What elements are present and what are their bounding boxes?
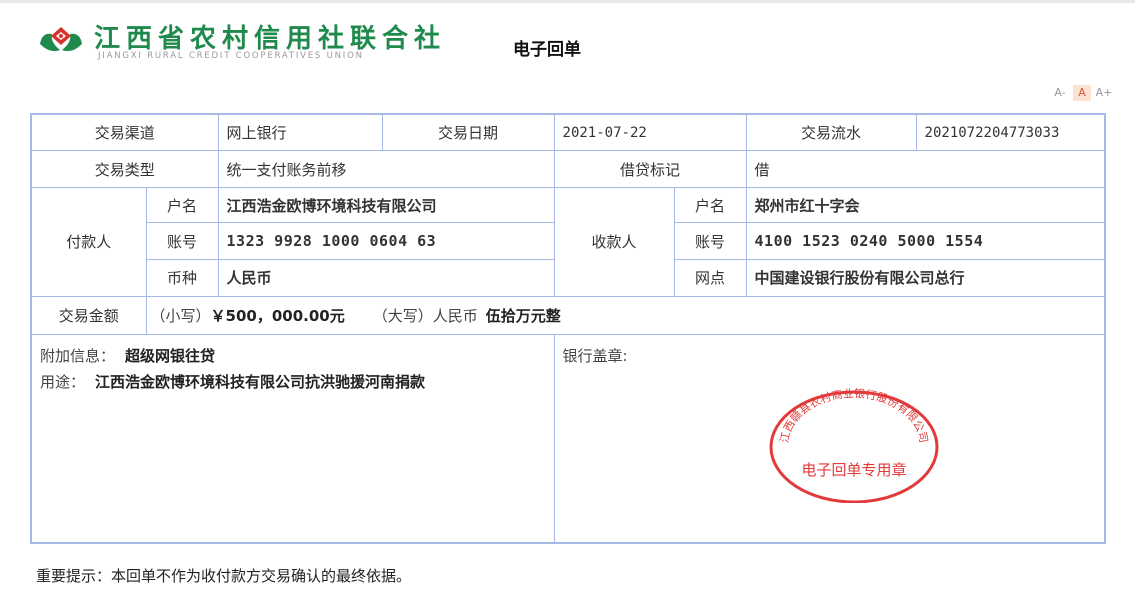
- payee-account: 4100 1523 0240 5000 1554: [745, 222, 1106, 261]
- payer-currency-label: 币种: [145, 259, 219, 297]
- amount-cell: （小写）￥500，000.00元 （大写）人民币 伍拾万元整: [145, 295, 1106, 335]
- amount-big-value: 伍拾万元整: [485, 306, 561, 325]
- channel-value: 网上银行: [217, 113, 383, 152]
- document-title: 电子回单: [513, 40, 581, 60]
- additional-info-cell: 附加信息： 超级网银往贷 用途： 江西浩金欧博环境科技有限公司抗洪驰援河南捐款: [30, 333, 555, 544]
- type-value: 统一支付账务前移: [217, 150, 555, 188]
- serial-label: 交易流水: [745, 113, 917, 152]
- bank-stamp: 江西赣县农村商业银行股份有限公司 电子回单专用章: [769, 386, 938, 503]
- amount-big-label: （大写）人民币: [372, 306, 478, 325]
- stamp-center-text: 电子回单专用章: [801, 461, 906, 479]
- payee-name: 郑州市红十字会: [745, 186, 1106, 224]
- payer-name: 江西浩金欧博环境科技有限公司: [217, 186, 555, 224]
- payer-label: 付款人: [30, 186, 147, 297]
- type-label: 交易类型: [30, 150, 219, 188]
- payee-label: 收款人: [553, 186, 675, 297]
- payee-branch-label: 网点: [673, 259, 747, 297]
- channel-label: 交易渠道: [30, 113, 219, 152]
- serial-value: 2021072204773033: [915, 113, 1106, 152]
- extra-info-label: 附加信息：: [40, 346, 116, 365]
- font-normal-button[interactable]: A: [1073, 85, 1091, 101]
- font-decrease-button[interactable]: A-: [1051, 85, 1069, 101]
- payee-name-label: 户名: [673, 186, 747, 224]
- amount-label: 交易金额: [30, 295, 147, 335]
- debit-credit-value: 借: [745, 150, 1106, 188]
- org-name-chinese: 江西省农村信用社联合社: [94, 24, 447, 54]
- payee-account-label: 账号: [673, 222, 747, 261]
- org-name-english: JIANGXI RURAL CREDIT COOPERATIVES UNION: [98, 51, 364, 61]
- bank-seal-label: 银行盖章:: [562, 346, 628, 365]
- purpose-label: 用途：: [40, 372, 86, 391]
- date-value: 2021-07-22: [553, 113, 747, 152]
- bank-seal-cell: 银行盖章: 江西赣县农村商业银行股份有限公司 电子回单专用章: [553, 333, 1106, 544]
- payer-account-label: 账号: [145, 222, 219, 261]
- purpose-value: 江西浩金欧博环境科技有限公司抗洪驰援河南捐款: [95, 372, 426, 391]
- font-size-toolbar: A- A A+: [1051, 85, 1113, 101]
- payer-account: 1323 9928 1000 0604 63: [217, 222, 555, 261]
- amount-small-value: ￥500，000.00元: [210, 306, 345, 325]
- stamp-arc-text: 江西赣县农村商业银行股份有限公司: [777, 386, 929, 444]
- payer-name-label: 户名: [145, 186, 219, 224]
- rural-credit-logo-icon: [40, 27, 82, 52]
- payee-branch: 中国建设银行股份有限公司总行: [745, 259, 1106, 297]
- font-increase-button[interactable]: A+: [1095, 85, 1113, 101]
- receipt-table: 交易渠道 网上银行 交易日期 2021-07-22 交易流水 202107220…: [30, 113, 1107, 544]
- extra-info-value: 超级网银往贷: [125, 346, 216, 365]
- debit-credit-label: 借贷标记: [553, 150, 747, 188]
- svg-text:江西赣县农村商业银行股份有限公司: 江西赣县农村商业银行股份有限公司: [777, 386, 929, 444]
- important-notice: 重要提示：本回单不作为收付款方交易确认的最终依据。: [36, 567, 412, 585]
- amount-small-label: （小写）: [150, 306, 211, 325]
- payer-currency: 人民币: [217, 259, 555, 297]
- top-border: [0, 0, 1135, 3]
- date-label: 交易日期: [381, 113, 555, 152]
